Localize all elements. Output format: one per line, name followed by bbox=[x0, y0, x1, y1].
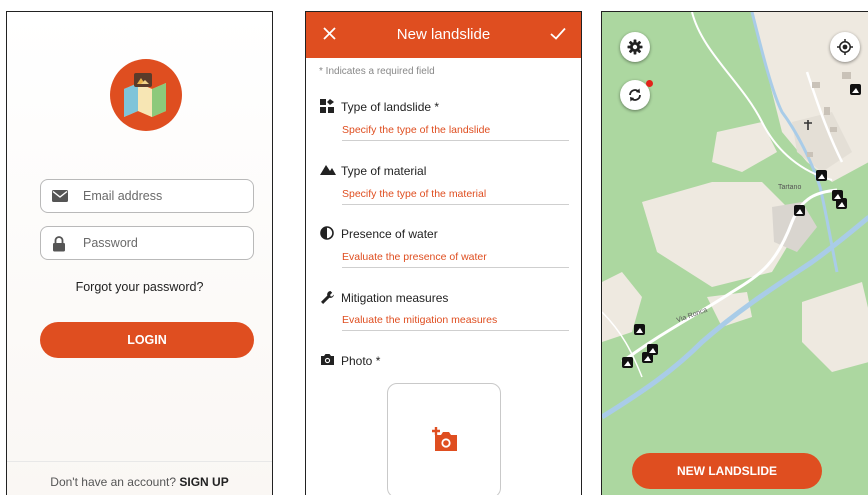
place-label: Tartano bbox=[778, 184, 802, 191]
landslide-type-select[interactable]: Specify the type of the landslide bbox=[342, 124, 569, 141]
blocks-icon bbox=[320, 99, 334, 113]
lock-icon bbox=[53, 236, 65, 252]
locate-button[interactable] bbox=[830, 32, 860, 62]
required-note: * Indicates a required field bbox=[319, 66, 435, 77]
wrench-icon bbox=[321, 291, 334, 304]
signup-link[interactable]: SIGN UP bbox=[179, 475, 228, 489]
map-screen: Tartano Via Ronca NEW LANDSLIDE bbox=[601, 11, 868, 495]
form-title: New landslide bbox=[396, 26, 491, 43]
add-photo-icon bbox=[432, 427, 457, 451]
camera-icon bbox=[321, 354, 334, 365]
app-logo bbox=[110, 59, 182, 131]
material-type-select[interactable]: Specify the type of the material bbox=[342, 188, 569, 205]
login-screen: Forgot your password? LOGIN Don't have a… bbox=[6, 11, 273, 495]
email-input[interactable] bbox=[83, 180, 248, 212]
water-presence-select[interactable]: Evaluate the presence of water bbox=[342, 251, 569, 268]
login-button[interactable]: LOGIN bbox=[40, 322, 254, 358]
password-input[interactable] bbox=[83, 227, 248, 259]
mountain-icon bbox=[320, 165, 336, 175]
mitigation-select[interactable]: Evaluate the mitigation measures bbox=[342, 314, 569, 331]
add-photo-box[interactable] bbox=[387, 383, 501, 495]
mail-icon bbox=[52, 190, 68, 202]
sync-icon bbox=[629, 88, 641, 102]
crosshair-icon bbox=[837, 39, 853, 55]
settings-button[interactable] bbox=[620, 32, 650, 62]
forgot-password-link[interactable]: Forgot your password? bbox=[7, 280, 272, 294]
signup-prompt: Don't have an account? bbox=[50, 475, 177, 489]
check-icon[interactable] bbox=[550, 27, 566, 40]
half-drop-icon bbox=[320, 226, 334, 240]
new-landslide-form: New landslide * Indicates a required fie… bbox=[305, 11, 582, 495]
app-bar: New landslide bbox=[306, 12, 581, 58]
password-field[interactable] bbox=[40, 226, 254, 260]
gear-icon bbox=[627, 39, 643, 55]
signup-row: Don't have an account? SIGN UP bbox=[7, 461, 272, 495]
sync-badge bbox=[646, 80, 653, 87]
email-field[interactable] bbox=[40, 179, 254, 213]
new-landslide-button[interactable]: NEW LANDSLIDE bbox=[632, 453, 822, 489]
